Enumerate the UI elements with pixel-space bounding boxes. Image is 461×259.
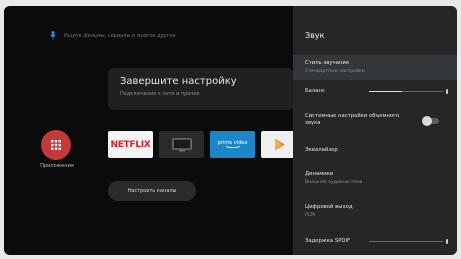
settings-item-spdif-delay[interactable]: Задержка SPDIF	[293, 234, 457, 250]
settings-item-speakers[interactable]: Динамики Внешняя аудиосистема	[293, 168, 457, 190]
speakers-value: Внешняя аудиосистема	[305, 180, 363, 185]
balance-label: Баланс	[305, 88, 325, 94]
prime-video-app-tile[interactable]: prime video	[210, 131, 255, 158]
setup-channels-button[interactable]: Настроить каналы	[108, 181, 196, 201]
surround-toggle[interactable]	[422, 116, 439, 126]
sound-style-label: Стиль звучания	[305, 60, 349, 66]
apps-grid-icon	[51, 140, 61, 150]
settings-item-balance[interactable]: Баланс	[293, 84, 457, 100]
digital-output-label: Цифровой выход	[305, 204, 353, 210]
settings-item-sound-style[interactable]: Стиль звучания Стандартные настройки	[293, 55, 457, 80]
balance-slider-track[interactable]	[369, 91, 443, 93]
prime-smile-icon	[225, 146, 240, 149]
netflix-logo: NETFLIX	[110, 139, 151, 150]
surround-label: Системные настройки объемного звука	[305, 113, 400, 126]
spdif-slider-handle[interactable]	[446, 239, 448, 244]
tv-icon	[171, 137, 192, 151]
spdif-delay-label: Задержка SPDIF	[305, 238, 351, 244]
speakers-label: Динамики	[305, 171, 334, 177]
toggle-knob	[422, 116, 432, 126]
favorite-apps-row: NETFLIX prime video	[108, 131, 299, 158]
setup-card-subtitle: Подключение к сети и прочее	[120, 91, 200, 97]
apps-button[interactable]	[41, 130, 71, 160]
apps-label: Приложения	[40, 163, 74, 169]
live-tv-app-tile[interactable]	[159, 131, 204, 158]
digital-output-value: PCM	[305, 213, 315, 218]
search-placeholder: Ищите фильмы, сериалы и многое другое	[64, 32, 176, 39]
google-play-icon	[275, 138, 285, 151]
equalizer-label: Эквалайзер	[305, 147, 338, 153]
settings-item-digital-output[interactable]: Цифровой выход PCM	[293, 201, 457, 223]
balance-slider-fill	[369, 91, 403, 93]
home-screen: Ищите фильмы, сериалы и многое другое За…	[4, 6, 299, 255]
settings-item-equalizer[interactable]: Эквалайзер	[293, 144, 457, 158]
setup-card-title: Завершите настройку	[120, 76, 237, 87]
search-bar[interactable]: Ищите фильмы, сериалы и многое другое	[50, 31, 176, 40]
panel-title: Звук	[305, 31, 325, 40]
balance-slider-handle[interactable]	[446, 89, 448, 94]
spdif-slider-track[interactable]	[369, 241, 443, 243]
sound-style-value: Стандартные настройки	[305, 69, 365, 74]
netflix-app-tile[interactable]: NETFLIX	[108, 131, 153, 158]
settings-item-surround[interactable]: Системные настройки объемного звука	[293, 110, 457, 134]
tv-screen: Ищите фильмы, сериалы и многое другое За…	[4, 6, 457, 255]
sound-settings-panel: Звук Стиль звучания Стандартные настройк…	[293, 6, 457, 255]
finish-setup-card[interactable]: Завершите настройку Подключение к сети и…	[108, 68, 294, 110]
microphone-icon[interactable]	[50, 31, 56, 40]
